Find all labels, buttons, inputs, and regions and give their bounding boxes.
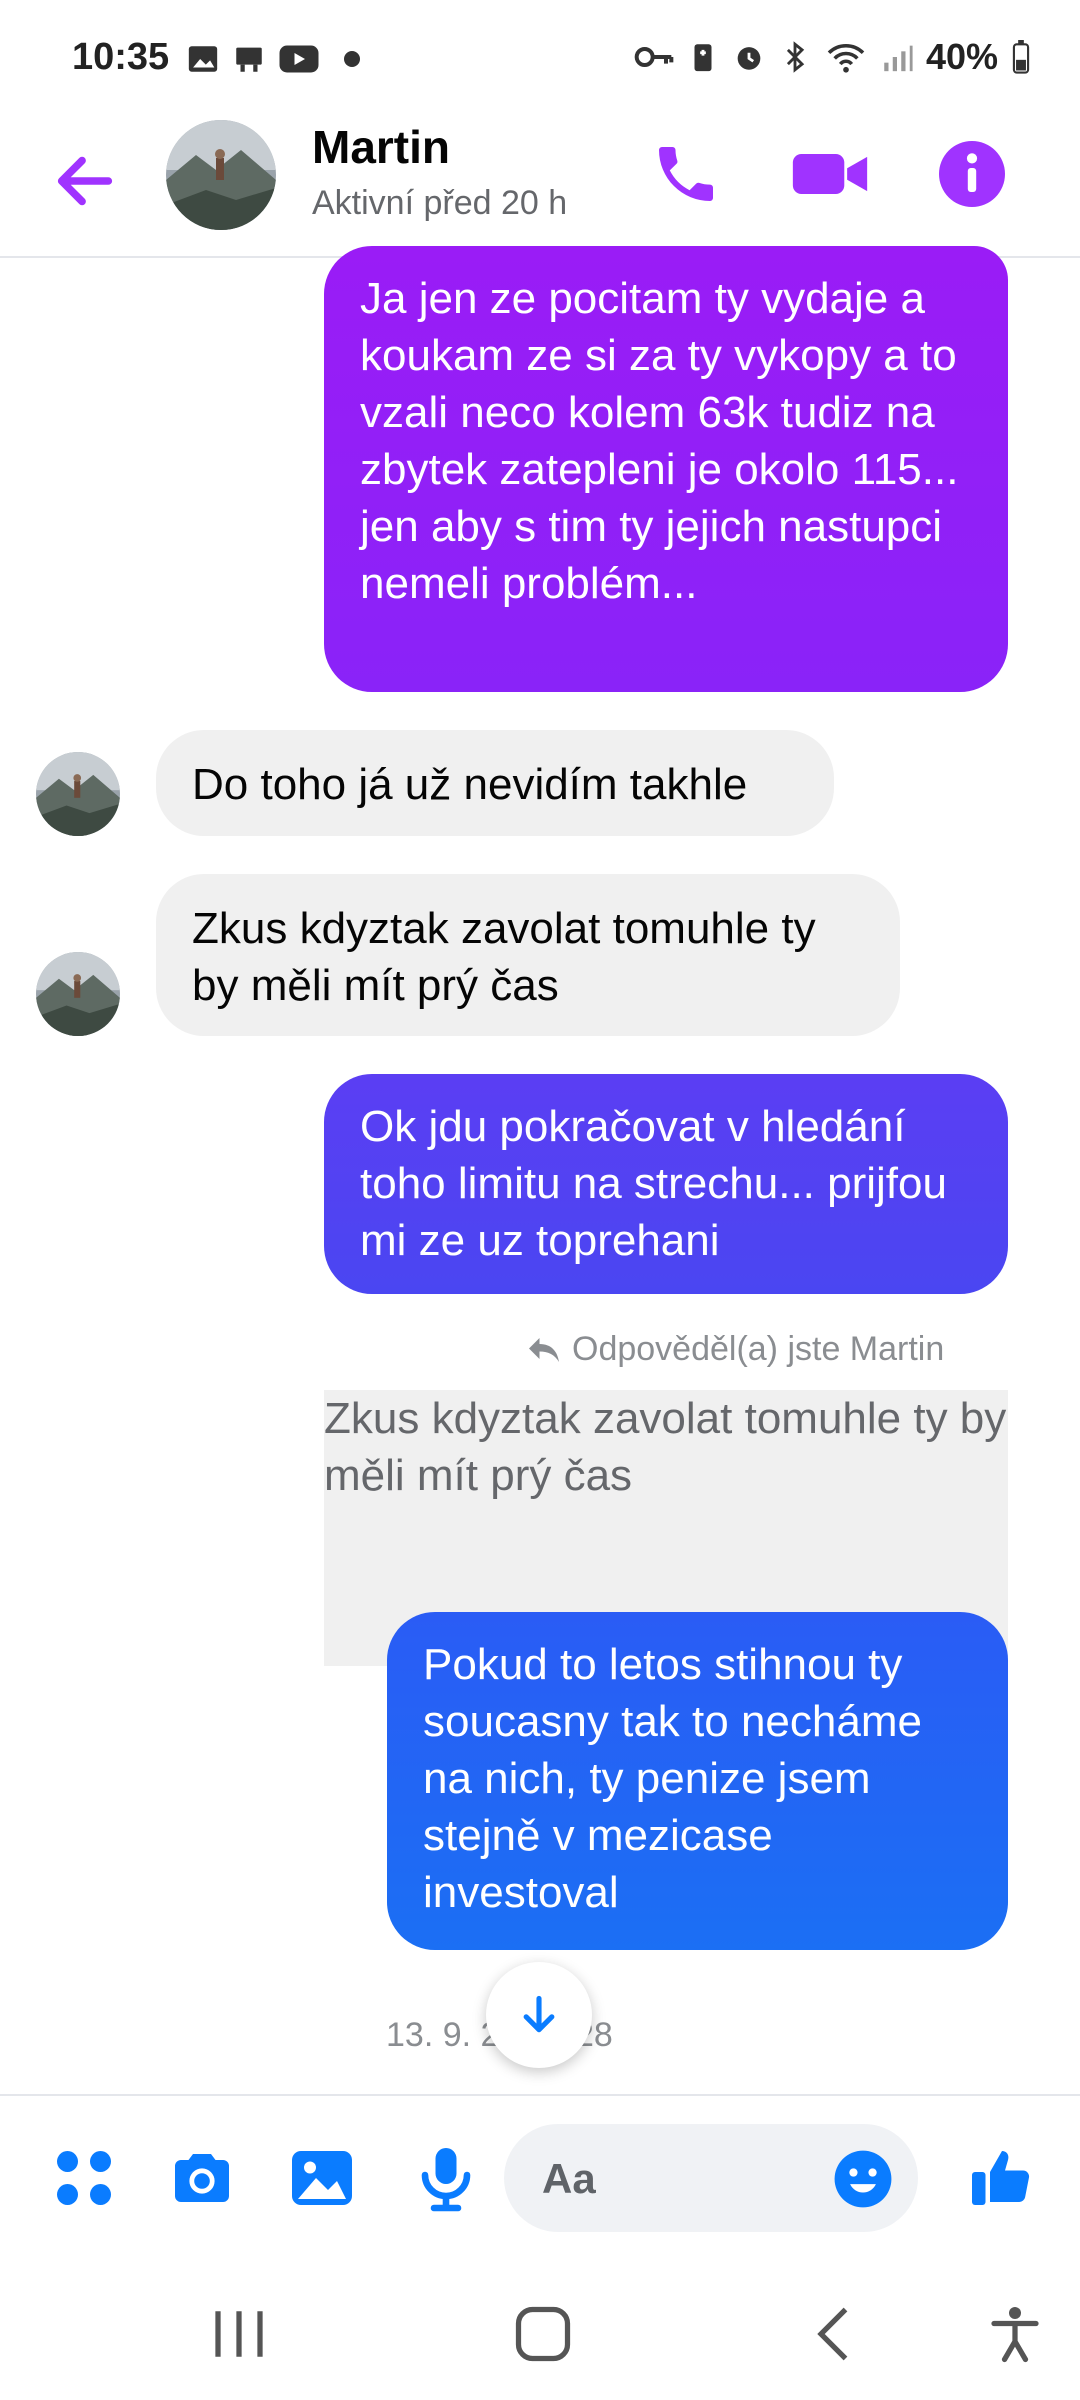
message-outgoing[interactable]: Ok jdu pokračovat v hledání toho limitu …	[324, 1074, 1008, 1294]
back-icon[interactable]	[800, 2304, 870, 2364]
chat-header: Martin Aktivní před 20 h	[0, 120, 1080, 258]
recent-apps-icon[interactable]	[204, 2304, 274, 2364]
gallery-icon[interactable]	[286, 2142, 358, 2214]
contact-name[interactable]: Martin	[312, 120, 450, 174]
apps-grid-icon[interactable]	[48, 2142, 120, 2214]
contact-active-status: Aktivní před 20 h	[312, 184, 568, 222]
info-icon[interactable]	[936, 138, 1008, 210]
status-time: 10:35	[72, 36, 170, 78]
alarm-icon	[737, 47, 761, 70]
message-outgoing[interactable]: Ja jen ze pocitam ty vydaje a koukam ze …	[324, 246, 1008, 692]
reply-icon	[529, 1337, 559, 1362]
accessibility-icon[interactable]	[980, 2304, 1050, 2364]
gallery-icon	[188, 46, 218, 72]
microphone-icon[interactable]	[410, 2142, 482, 2214]
wifi-icon	[827, 43, 865, 73]
arrow-down-icon	[523, 1995, 555, 2033]
key-icon	[634, 47, 674, 67]
status-left-icons	[186, 42, 362, 76]
camera-icon[interactable]	[166, 2142, 238, 2214]
dot-icon	[344, 51, 360, 67]
status-bar: 10:35 40%	[0, 0, 1080, 120]
battery-saver-icon	[694, 44, 712, 72]
reply-label-text: Odpověděl(a) jste Martin	[572, 1330, 945, 1368]
thumbs-up-icon[interactable]	[966, 2142, 1038, 2214]
sender-avatar[interactable]	[36, 952, 120, 1036]
home-icon[interactable]	[508, 2304, 578, 2364]
back-arrow-icon[interactable]	[50, 146, 120, 216]
emoji-icon[interactable]	[832, 2148, 894, 2210]
contact-avatar[interactable]	[166, 120, 276, 230]
bluetooth-icon	[786, 41, 805, 73]
status-right-icons: 40%	[634, 36, 1032, 78]
message-input-container[interactable]	[504, 2124, 918, 2232]
message-composer	[0, 2094, 1080, 2266]
message-outgoing[interactable]: Pokud to letos stihnou ty soucasny tak t…	[387, 1612, 1008, 1950]
battery-icon	[1012, 40, 1030, 74]
message-incoming[interactable]: Do toho já už nevidím takhle	[156, 730, 834, 836]
system-navigation-bar	[0, 2264, 1080, 2400]
message-incoming[interactable]: Zkus kdyztak zavolat tomuhle ty by měli …	[156, 874, 900, 1036]
video-call-icon[interactable]	[790, 138, 870, 210]
scroll-to-bottom-button[interactable]	[486, 1962, 592, 2068]
message-input[interactable]	[540, 2148, 804, 2210]
youtube-icon	[279, 45, 319, 73]
desk-icon	[236, 47, 262, 72]
phone-icon[interactable]	[650, 138, 722, 210]
sender-avatar[interactable]	[36, 752, 120, 836]
signal-icon	[884, 45, 913, 72]
battery-percent: 40%	[925, 36, 998, 77]
reply-label: Odpověděl(a) jste Martin	[526, 1330, 944, 1369]
